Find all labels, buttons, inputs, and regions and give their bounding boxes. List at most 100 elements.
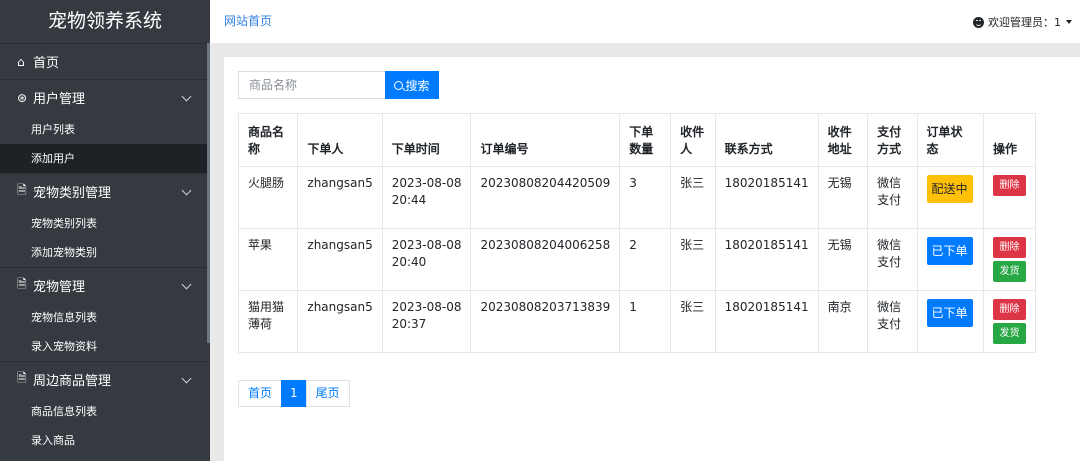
cell-actions: 删除 发货: [983, 228, 1036, 291]
col-phone: 联系方式: [714, 113, 819, 167]
cell-phone: 18020185141: [714, 166, 819, 229]
sidebar-item-add-product[interactable]: 录入商品: [0, 426, 210, 455]
user-circle-icon: ⊛: [17, 90, 28, 105]
sidebar-group-pets[interactable]: 🗎 宠物管理: [0, 268, 210, 303]
col-recipient: 收件人: [670, 113, 716, 167]
chevron-down-icon: [182, 93, 192, 103]
cell-time: 2023-08-08 20:37: [381, 290, 472, 353]
delete-button[interactable]: 删除: [993, 237, 1026, 258]
cell-order-no: 20230808203713839: [470, 290, 621, 353]
pagination-first[interactable]: 首页: [238, 380, 283, 407]
col-address: 收件地址: [817, 113, 869, 167]
sidebar-group-label: 宠物管理: [33, 280, 86, 295]
search-icon: [394, 80, 404, 90]
cell-buyer: zhangsan5: [297, 290, 383, 353]
cell-phone: 18020185141: [714, 290, 819, 353]
cell-product: 猫用猫薄荷: [237, 290, 299, 353]
main-content: 搜索 商品名称 下单人 下单时间 订单编号 下单数量 收件人 联系方式 收件地址…: [224, 57, 1080, 461]
sidebar-group-pet-category[interactable]: 🗎 宠物类别管理: [0, 174, 210, 209]
sidebar-item-label: 首页: [33, 56, 60, 71]
ship-button[interactable]: 发货: [993, 323, 1026, 344]
cell-phone: 18020185141: [714, 228, 819, 291]
col-actions: 操作: [983, 113, 1036, 167]
col-product: 商品名称: [237, 113, 299, 167]
cell-payment: 微信支付: [867, 166, 918, 229]
col-time: 下单时间: [381, 113, 472, 167]
sidebar-item-user-list[interactable]: 用户列表: [0, 115, 210, 144]
document-icon: 🗎: [17, 277, 27, 291]
col-buyer: 下单人: [297, 113, 383, 167]
welcome-text: 欢迎管理员：1: [988, 16, 1061, 29]
cell-buyer: zhangsan5: [297, 228, 383, 291]
sidebar-scrollbar[interactable]: [207, 43, 210, 343]
sidebar-item-add-pet-category[interactable]: 添加宠物类别: [0, 238, 210, 267]
status-button[interactable]: 已下单: [926, 237, 973, 265]
table-row: 火腿肠 zhangsan5 2023-08-08 20:44 202308082…: [237, 166, 1036, 229]
cell-product: 苹果: [237, 228, 299, 291]
sidebar-item-home[interactable]: ⌂ 首页: [0, 44, 210, 79]
sidebar-item-add-user[interactable]: 添加用户: [0, 144, 210, 173]
col-qty: 下单数量: [619, 113, 672, 167]
col-order-no: 订单编号: [470, 113, 621, 167]
sidebar-item-pet-info-list[interactable]: 宠物信息列表: [0, 303, 210, 332]
cell-time: 2023-08-08 20:44: [381, 166, 472, 229]
caret-down-icon: [1066, 20, 1072, 24]
chevron-down-icon: [182, 375, 192, 385]
cell-buyer: zhangsan5: [297, 166, 383, 229]
col-status: 订单状态: [916, 113, 985, 167]
cell-actions: 删除: [983, 166, 1036, 229]
chevron-down-icon: [182, 281, 192, 291]
status-button[interactable]: 已下单: [926, 299, 973, 327]
document-icon: 🗎: [17, 183, 27, 197]
site-home-link[interactable]: 网站首页: [224, 12, 272, 29]
cell-status: 已下单: [916, 228, 985, 291]
home-icon: ⌂: [17, 54, 25, 69]
sidebar-group-users[interactable]: ⊛ 用户管理: [0, 80, 210, 115]
cell-payment: 微信支付: [867, 228, 918, 291]
chevron-down-icon: [182, 187, 192, 197]
sidebar-group-label: 宠物类别管理: [33, 186, 112, 201]
delete-button[interactable]: 删除: [993, 299, 1026, 320]
pagination-current-page[interactable]: 1: [281, 380, 307, 407]
cell-actions: 删除 发货: [983, 290, 1036, 353]
cell-qty: 3: [619, 166, 672, 229]
pagination: 首页 1 尾页: [238, 380, 350, 407]
orders-table: 商品名称 下单人 下单时间 订单编号 下单数量 收件人 联系方式 收件地址 支付…: [237, 113, 1036, 353]
cell-recipient: 张三: [670, 228, 716, 291]
search-bar: 搜索: [238, 71, 439, 99]
cell-recipient: 张三: [670, 166, 716, 229]
smiley-icon: [973, 16, 984, 28]
search-button[interactable]: 搜索: [385, 71, 439, 99]
col-payment: 支付方式: [867, 113, 918, 167]
cell-time: 2023-08-08 20:40: [381, 228, 472, 291]
ship-button[interactable]: 发货: [993, 261, 1026, 282]
table-header-row: 商品名称 下单人 下单时间 订单编号 下单数量 收件人 联系方式 收件地址 支付…: [237, 113, 1036, 167]
sidebar-item-add-pet[interactable]: 录入宠物资料: [0, 332, 210, 361]
sidebar-group-label: 周边商品管理: [33, 374, 112, 389]
cell-address: 南京: [817, 290, 869, 353]
cell-address: 无锡: [817, 228, 869, 291]
cell-status: 配送中: [916, 166, 985, 229]
pagination-last[interactable]: 尾页: [305, 380, 350, 407]
sidebar-group-products[interactable]: 🗎 周边商品管理: [0, 362, 210, 397]
delete-button[interactable]: 删除: [993, 175, 1026, 196]
cell-address: 无锡: [817, 166, 869, 229]
cell-product: 火腿肠: [237, 166, 299, 229]
top-header: 网站首页 欢迎管理员：1: [210, 0, 1080, 43]
sidebar-group-label: 用户管理: [33, 92, 86, 107]
cell-order-no: 20230808204006258: [470, 228, 621, 291]
sidebar: 宠物领养系统 ⌂ 首页 ⊛ 用户管理 用户列表 添加用户 🗎 宠物类别管理 宠物…: [0, 0, 210, 461]
status-button[interactable]: 配送中: [926, 175, 973, 203]
table-row: 苹果 zhangsan5 2023-08-08 20:40 2023080820…: [237, 228, 1036, 291]
sidebar-item-pet-category-list[interactable]: 宠物类别列表: [0, 209, 210, 238]
cell-status: 已下单: [916, 290, 985, 353]
user-menu[interactable]: 欢迎管理员：1: [973, 14, 1072, 30]
cell-order-no: 20230808204420509: [470, 166, 621, 229]
search-button-label: 搜索: [405, 78, 430, 93]
search-input[interactable]: [238, 71, 385, 99]
table-row: 猫用猫薄荷 zhangsan5 2023-08-08 20:37 2023080…: [237, 290, 1036, 353]
sidebar-item-product-list[interactable]: 商品信息列表: [0, 397, 210, 426]
app-title: 宠物领养系统: [47, 10, 162, 32]
cell-recipient: 张三: [670, 290, 716, 353]
document-icon: 🗎: [17, 371, 27, 385]
